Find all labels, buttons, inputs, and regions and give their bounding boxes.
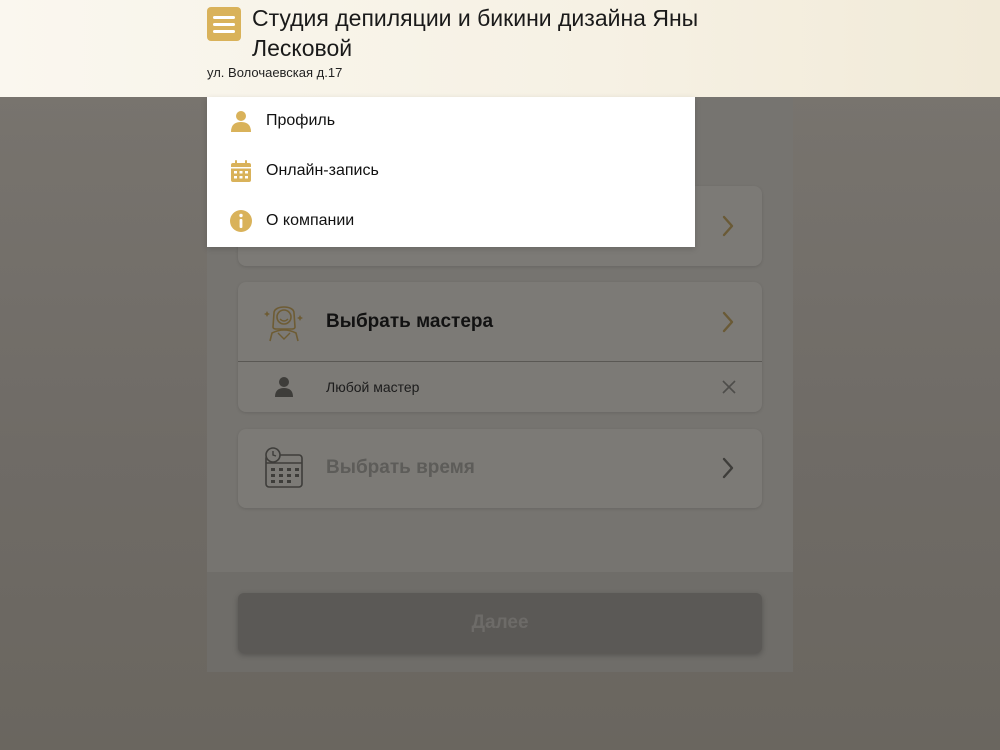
any-master-row[interactable]: Любой мастер [238,362,762,412]
person-icon [275,377,293,397]
any-master-label: Любой мастер [326,379,420,395]
close-icon[interactable] [722,380,736,394]
menu-item-label: Профиль [266,112,336,129]
menu-item-about[interactable]: О компании [207,197,695,247]
master-avatar-icon [264,306,303,342]
menu-item-profile[interactable]: Профиль [207,97,695,147]
choose-time-label: Выбрать время [326,457,475,478]
menu-item-online-booking[interactable]: Онлайн-запись [207,147,695,197]
next-button[interactable]: Далее [238,593,762,653]
menu-line [213,30,235,33]
menu-item-label: Онлайн-запись [266,162,379,179]
studio-title: Студия депиляции и бикини дизайна Яны Ле… [252,5,699,61]
menu-line [213,16,235,19]
chevron-right-icon [722,457,734,479]
app-header: Студия депиляции и бикини дизайна Яны Ле… [0,0,1000,97]
menu-item-label: О компании [266,212,355,229]
menu-line [213,23,235,26]
studio-address: ул. Волочаевская д.17 [207,65,343,80]
calendar-clock-icon [265,447,303,488]
user-icon [231,111,251,132]
calendar-icon [231,160,251,182]
hamburger-menu-icon[interactable] [207,7,241,41]
info-icon [230,210,252,232]
time-card[interactable]: Выбрать время [238,429,762,508]
choose-master-label: Выбрать мастера [326,311,494,332]
master-card: Выбрать мастера Любой мастер [238,282,762,412]
chevron-right-icon [722,311,734,333]
chevron-right-icon [722,215,734,237]
choose-master-row[interactable]: Выбрать мастера [238,282,762,361]
navigation-dropdown: Профиль Онлайн-запись О компании [207,97,695,247]
